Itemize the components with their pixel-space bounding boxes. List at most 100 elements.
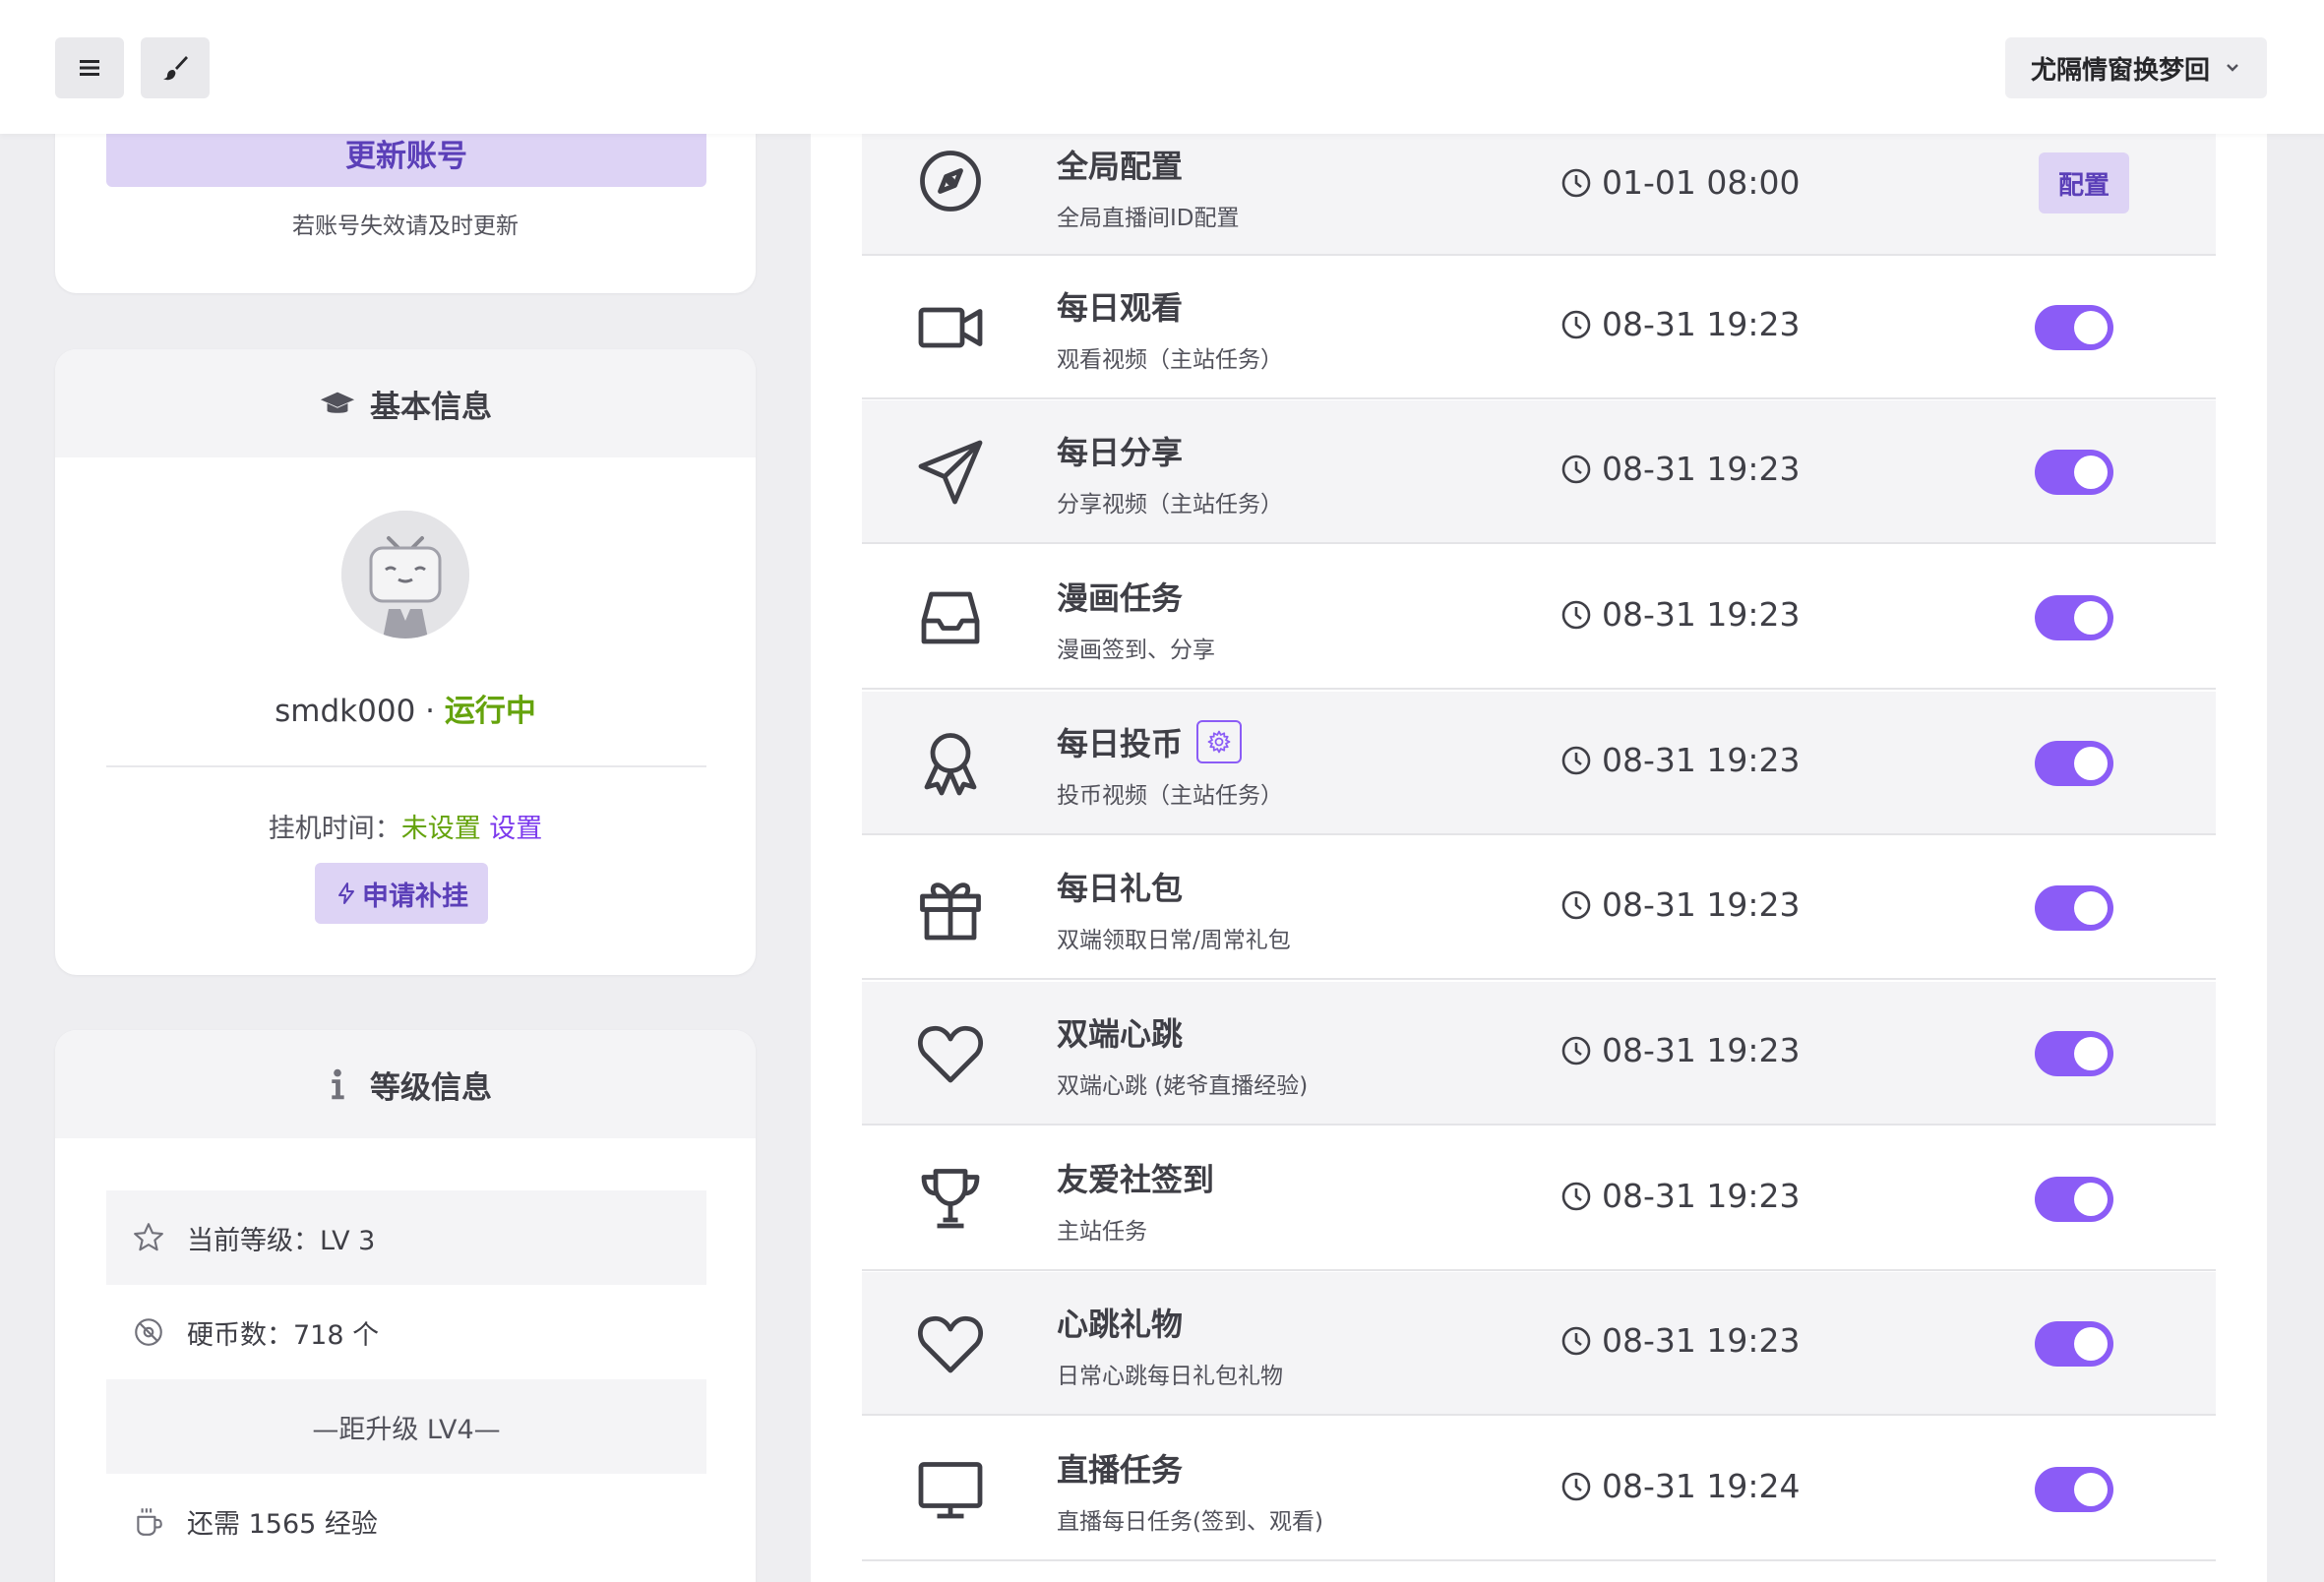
menu-button[interactable]	[55, 37, 124, 98]
task-desc: 分享视频（主站任务）	[1057, 492, 1283, 517]
config-button[interactable]: 配置	[2039, 152, 2129, 213]
task-toggle[interactable]	[2035, 305, 2113, 350]
task-name: 每日观看	[1057, 289, 1184, 327]
task-name: 全局配置	[1057, 148, 1184, 185]
hamburger-icon	[80, 60, 99, 76]
status-separator: ·	[415, 694, 445, 729]
task-row-comic: 漫画任务 漫画签到、分享 08-31 19:23	[862, 546, 2216, 690]
task-row-daily-share: 每日分享 分享视频（主站任务） 08-31 19:23	[862, 400, 2216, 544]
lightning-icon	[338, 882, 354, 904]
update-hint: 若账号失效请及时更新	[292, 213, 519, 239]
task-row-heartbeat: 双端心跳 双端心跳 (姥爷直播经验) 08-31 19:23	[862, 982, 2216, 1126]
gear-icon	[1207, 730, 1231, 754]
gift-icon	[911, 869, 990, 947]
task-toggle[interactable]	[2035, 595, 2113, 640]
task-desc: 双端领取日常/周常礼包	[1057, 928, 1291, 953]
monitor-icon	[911, 1450, 990, 1529]
task-time: 08-31 19:23	[1560, 1177, 1800, 1215]
task-time: 08-31 19:23	[1560, 595, 1800, 634]
theme-button[interactable]	[141, 37, 210, 98]
task-toggle[interactable]	[2035, 1177, 2113, 1222]
task-row-heartbeat-gift: 心跳礼物 日常心跳每日礼包礼物 08-31 19:23	[862, 1272, 2216, 1416]
user-dropdown[interactable]: 尤隔情窗换梦回	[2005, 37, 2267, 98]
hang-time-line: 挂机时间：未设置 设置	[55, 807, 756, 845]
award-ribbon-icon	[911, 724, 990, 803]
coins-row: 硬币数：718 个	[106, 1285, 706, 1379]
clock-icon	[1561, 168, 1591, 197]
star-icon	[134, 1223, 163, 1251]
level-info-header: 等级信息	[55, 1030, 756, 1138]
task-name: 每日投币	[1057, 719, 1243, 764]
task-time: 08-31 19:23	[1560, 1321, 1800, 1360]
video-camera-icon	[911, 288, 990, 367]
trophy-icon	[911, 1160, 990, 1239]
task-name: 漫画任务	[1057, 579, 1184, 617]
clock-icon	[1561, 1036, 1591, 1065]
graduation-cap-icon	[320, 392, 355, 413]
avatar	[341, 511, 469, 639]
apply-makeup-button[interactable]: 申请补挂	[315, 863, 488, 924]
user-status: smdk000 · 运行中	[55, 686, 756, 730]
clock-icon	[1561, 746, 1591, 774]
running-status: 运行中	[444, 694, 536, 729]
task-desc: 主站任务	[1057, 1219, 1147, 1245]
basic-info-header: 基本信息	[55, 349, 756, 457]
user-name: 尤隔情窗换梦回	[2030, 55, 2210, 86]
task-time: 08-31 19:23	[1560, 741, 1800, 779]
task-name: 友爱社签到	[1057, 1161, 1215, 1198]
hang-time-value: 未设置	[400, 814, 481, 844]
paintbrush-icon	[163, 56, 188, 81]
task-name: 心跳礼物	[1057, 1306, 1184, 1343]
clock-icon	[1561, 1182, 1591, 1210]
task-row-daily-gift: 每日礼包 双端领取日常/周常礼包 08-31 19:23	[862, 836, 2216, 980]
clock-icon	[1561, 455, 1591, 483]
paper-plane-icon	[911, 433, 990, 512]
heart-icon	[911, 1305, 990, 1383]
top-bar: 尤隔情窗换梦回	[0, 0, 2324, 134]
task-time: 08-31 19:23	[1560, 1031, 1800, 1069]
clock-icon	[1561, 600, 1591, 629]
task-time: 01-01 08:00	[1560, 163, 1800, 202]
exp-needed-row: 还需 1565 经验	[106, 1474, 706, 1568]
task-row-daily-watch: 每日观看 观看视频（主站任务） 08-31 19:23	[862, 256, 2216, 399]
task-row-live-task: 直播任务 直播每日任务(签到、观看) 08-31 19:24	[862, 1418, 2216, 1561]
task-settings-button[interactable]	[1196, 720, 1243, 763]
task-time: 08-31 19:23	[1560, 885, 1800, 924]
task-desc: 双端心跳 (姥爷直播经验)	[1057, 1073, 1309, 1099]
clock-icon	[1561, 310, 1591, 338]
clock-icon	[1561, 1326, 1591, 1355]
inbox-icon	[911, 578, 990, 657]
next-level-row: —距升级 LV4—	[106, 1379, 706, 1474]
heart-icon	[911, 1014, 990, 1093]
basic-info-card: 基本信息 smdk000 · 运行中 挂机时间：未设置 设置 申请补挂	[55, 349, 756, 975]
task-name: 直播任务	[1057, 1451, 1184, 1489]
task-row-daily-coin: 每日投币 投币视频（主站任务） 08-31 19:23	[862, 692, 2216, 835]
task-toggle[interactable]	[2035, 450, 2113, 495]
task-row-friendship-signin: 友爱社签到 主站任务 08-31 19:23	[862, 1127, 2216, 1271]
chevron-down-icon	[2227, 64, 2238, 72]
current-level-row: 当前等级：LV 3	[106, 1190, 706, 1285]
username: smdk000	[275, 694, 416, 729]
divider	[106, 765, 706, 767]
info-icon	[332, 1068, 344, 1100]
task-toggle[interactable]	[2035, 1467, 2113, 1512]
task-time: 08-31 19:23	[1560, 305, 1800, 343]
task-desc: 全局直播间ID配置	[1057, 206, 1240, 231]
task-time: 08-31 19:23	[1560, 450, 1800, 488]
task-toggle[interactable]	[2035, 1321, 2113, 1367]
set-hang-time-link[interactable]: 设置	[489, 814, 542, 844]
task-toggle[interactable]	[2035, 885, 2113, 931]
task-time: 08-31 19:24	[1560, 1467, 1800, 1505]
level-info-card: 等级信息 当前等级：LV 3 硬币数：718 个 —距升级 LV4— 还需 15…	[55, 1030, 756, 1582]
compass-icon	[911, 142, 990, 220]
task-desc: 投币视频（主站任务）	[1057, 783, 1283, 809]
task-desc: 观看视频（主站任务）	[1057, 347, 1283, 373]
task-toggle[interactable]	[2035, 741, 2113, 786]
task-desc: 漫画签到、分享	[1057, 638, 1215, 663]
task-desc: 直播每日任务(签到、观看)	[1057, 1509, 1323, 1535]
task-toggle[interactable]	[2035, 1031, 2113, 1076]
coin-icon	[135, 1318, 162, 1346]
clock-icon	[1561, 1472, 1591, 1500]
task-name: 每日分享	[1057, 434, 1184, 471]
task-name: 每日礼包	[1057, 870, 1184, 907]
